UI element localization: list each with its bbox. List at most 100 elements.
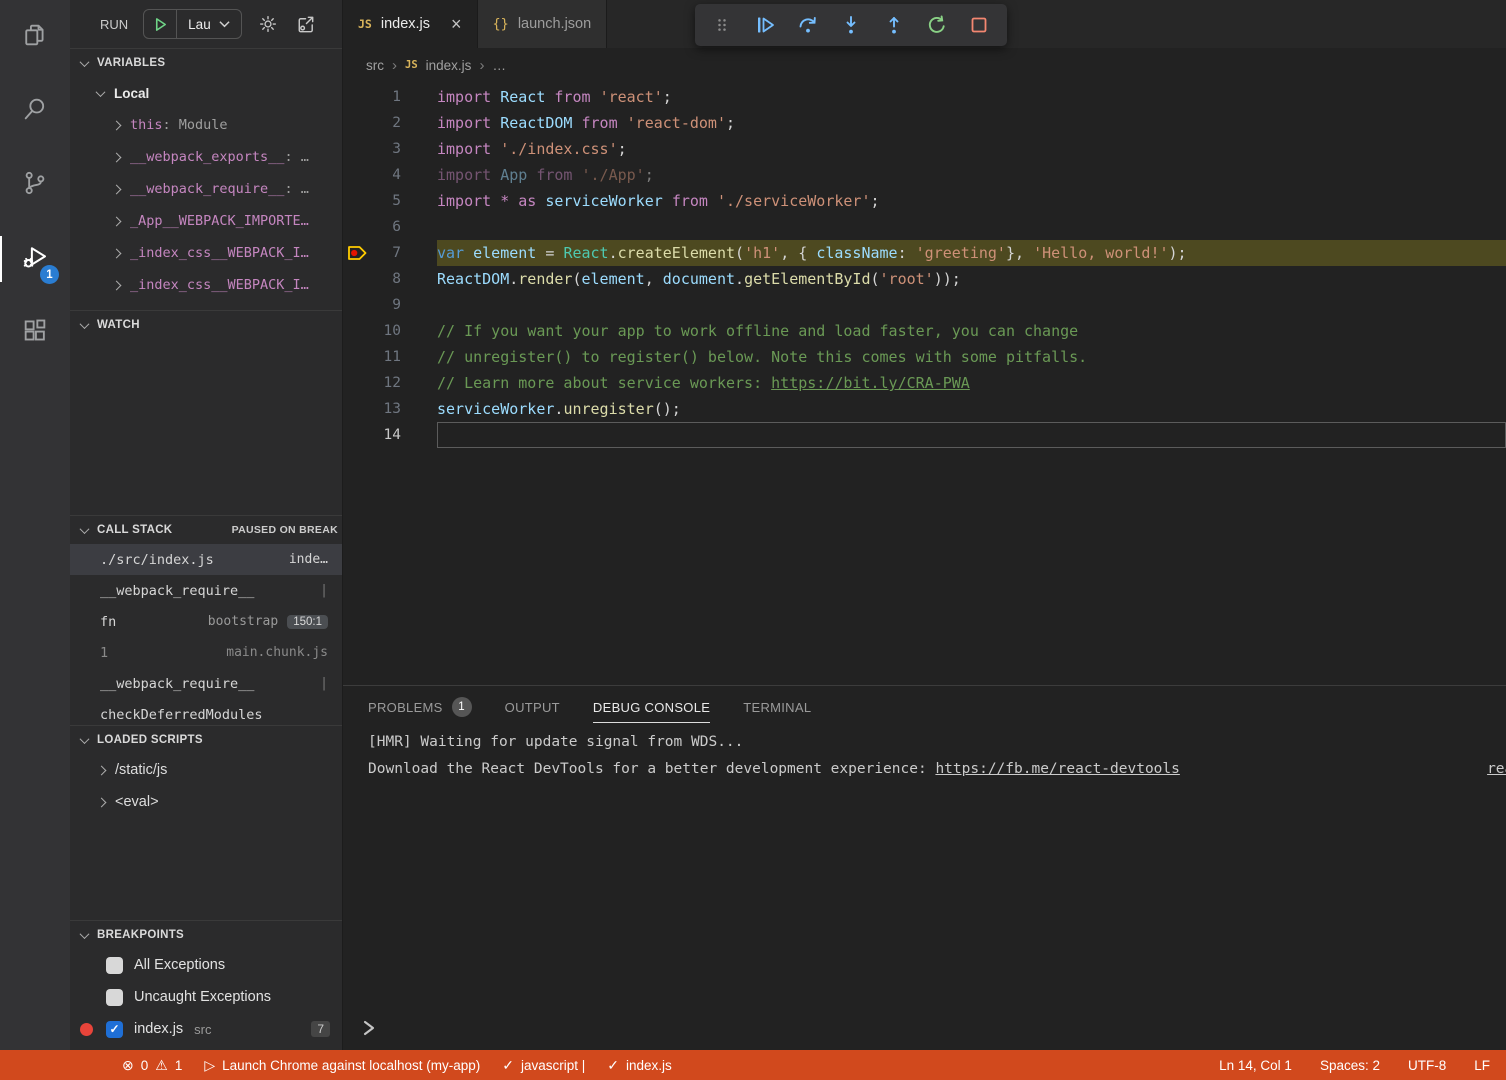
activity-source-control[interactable] <box>0 148 70 222</box>
code-token: import <box>437 114 500 132</box>
status-item[interactable]: LF <box>1474 1058 1490 1073</box>
open-debug-console-button[interactable] <box>294 13 317 36</box>
code-line[interactable]: 11// unregister() to register() below. N… <box>343 344 1506 370</box>
breakpoint-checkbox[interactable] <box>106 957 123 974</box>
call-stack-frame[interactable]: __webpack_require__| <box>70 575 342 606</box>
code-line[interactable]: 5import * as serviceWorker from './servi… <box>343 188 1506 214</box>
status-item[interactable]: Spaces: 2 <box>1320 1058 1380 1073</box>
call-stack-frame[interactable]: 1main.chunk.js <box>70 637 342 668</box>
code-token: * as <box>500 192 545 210</box>
code-line[interactable]: 2import ReactDOM from 'react-dom'; <box>343 110 1506 136</box>
panel-tab-problems[interactable]: PROBLEMS1 <box>368 686 472 728</box>
panel-tab-output[interactable]: OUTPUT <box>505 686 560 728</box>
loaded-script-label: <eval> <box>115 794 159 810</box>
call-stack-frame[interactable]: ./src/index.jsinde… <box>70 544 342 575</box>
breakpoint-checkbox[interactable] <box>106 989 123 1006</box>
loaded-scripts-section: LOADED SCRIPTS /static/js <eval> <box>70 725 342 920</box>
console-link[interactable]: https://fb.me/react-devtools <box>935 761 1179 777</box>
toolbar-drag-handle[interactable] <box>704 7 740 43</box>
code-line[interactable]: 6 <box>343 214 1506 240</box>
code-editor[interactable]: 1import React from 'react';2import React… <box>343 82 1506 448</box>
code-line[interactable]: 7var element = React.createElement('h1',… <box>343 240 1506 266</box>
status-item[interactable]: Ln 14, Col 1 <box>1219 1058 1292 1073</box>
variable-row[interactable]: _App__WEBPACK_IMPORTE… <box>70 205 342 237</box>
code-line[interactable]: 12// Learn more about service workers: h… <box>343 370 1506 396</box>
step-over-button[interactable] <box>790 7 826 43</box>
call-stack-frame[interactable]: checkDeferredModules <box>70 699 342 725</box>
console-prompt-icon[interactable] <box>361 1019 377 1042</box>
variable-row[interactable]: __webpack_exports__: … <box>70 141 342 173</box>
breakpoint-row[interactable]: Uncaught Exceptions <box>70 981 342 1013</box>
variable-row[interactable]: _index_css__WEBPACK_I… <box>70 237 342 269</box>
code-token: ReactDOM <box>437 270 509 288</box>
console-source-link[interactable]: read <box>1487 761 1506 777</box>
code-line[interactable]: 14 <box>343 422 1506 448</box>
loaded-scripts-title: LOADED SCRIPTS <box>97 734 203 746</box>
variable-row[interactable]: _index_css__WEBPACK_I… <box>70 269 342 301</box>
code-line[interactable]: 8ReactDOM.render(element, document.getEl… <box>343 266 1506 292</box>
breadcrumb[interactable]: src › JS index.js › … <box>343 48 1506 82</box>
variables-header[interactable]: VARIABLES <box>70 49 342 77</box>
activity-bar: 1 <box>0 0 70 1050</box>
code-token: from <box>582 114 627 132</box>
activity-explorer[interactable] <box>0 0 70 74</box>
code-line[interactable]: 1import React from 'react'; <box>343 84 1506 110</box>
comment-link[interactable]: https://bit.ly/CRA-PWA <box>771 374 970 392</box>
code-token: ; <box>645 166 654 184</box>
call-stack-header[interactable]: CALL STACK PAUSED ON BREAK <box>70 516 342 544</box>
breadcrumb-src[interactable]: src <box>366 58 384 73</box>
stop-button[interactable] <box>961 7 997 43</box>
start-debug-button[interactable] <box>144 10 177 38</box>
problems-status[interactable]: ⊗ 0 ⚠ 1 <box>122 1057 182 1074</box>
code-text <box>437 292 1506 318</box>
breadcrumb-symbol[interactable]: … <box>492 58 506 73</box>
code-token: createElement <box>618 244 735 262</box>
activity-run-and-debug[interactable]: 1 <box>0 222 70 296</box>
code-line[interactable]: 3import './index.css'; <box>343 136 1506 162</box>
launch-status[interactable]: ▷ Launch Chrome against localhost (my-ap… <box>204 1057 480 1074</box>
js-file-icon: JS <box>358 17 372 31</box>
activity-search[interactable] <box>0 74 70 148</box>
file-status[interactable]: ✓ index.js <box>607 1057 672 1074</box>
code-line[interactable]: 10// If you want your app to work offlin… <box>343 318 1506 344</box>
variable-row[interactable]: __webpack_require__: … <box>70 173 342 205</box>
code-token: element <box>582 270 645 288</box>
variable-name: __webpack_exports__ <box>130 149 284 165</box>
chevron-down-icon <box>80 57 90 67</box>
editor-tab-launch.json[interactable]: {}launch.json <box>478 0 608 48</box>
activity-extensions[interactable] <box>0 296 70 370</box>
restart-button[interactable] <box>919 7 955 43</box>
loaded-scripts-header[interactable]: LOADED SCRIPTS <box>70 726 342 754</box>
panel-tab-label: PROBLEMS <box>368 700 443 715</box>
launch-config-dropdown[interactable]: Lau <box>177 17 241 32</box>
scope-local[interactable]: Local <box>70 77 342 109</box>
editor-tab-index.js[interactable]: JSindex.js× <box>343 0 478 48</box>
variable-row[interactable]: this: Module <box>70 109 342 141</box>
loaded-script-row[interactable]: <eval> <box>70 786 342 818</box>
code-token: React <box>563 244 608 262</box>
call-stack-frame[interactable]: __webpack_require__| <box>70 668 342 699</box>
code-line[interactable]: 4import App from './App'; <box>343 162 1506 188</box>
settings-gear-button[interactable] <box>257 13 279 35</box>
console-line: Download the React DevTools for a better… <box>368 757 1506 782</box>
code-line[interactable]: 9 <box>343 292 1506 318</box>
step-out-button[interactable] <box>876 7 912 43</box>
close-icon[interactable]: × <box>451 15 462 33</box>
breakpoint-row[interactable]: index.jssrc7 <box>70 1013 342 1045</box>
breakpoints-header[interactable]: BREAKPOINTS <box>70 921 342 949</box>
breadcrumb-file[interactable]: index.js <box>426 58 472 73</box>
continue-button[interactable] <box>747 7 783 43</box>
breakpoint-row[interactable]: All Exceptions <box>70 949 342 981</box>
status-item[interactable]: UTF-8 <box>1408 1058 1446 1073</box>
panel-tab-terminal[interactable]: TERMINAL <box>743 686 811 728</box>
call-stack-frame[interactable]: fnbootstrap150:1 <box>70 606 342 637</box>
loaded-script-row[interactable]: /static/js <box>70 754 342 786</box>
frame-name: ./src/index.js <box>100 552 214 568</box>
debug-console-output: [HMR] Waiting for update signal from WDS… <box>343 730 1506 782</box>
step-into-button[interactable] <box>833 7 869 43</box>
code-line[interactable]: 13serviceWorker.unregister(); <box>343 396 1506 422</box>
panel-tab-debug-console[interactable]: DEBUG CONSOLE <box>593 686 710 728</box>
language-status[interactable]: ✓ javascript | <box>502 1057 585 1074</box>
breakpoint-checkbox[interactable] <box>106 1021 123 1038</box>
watch-header[interactable]: WATCH <box>70 311 342 339</box>
